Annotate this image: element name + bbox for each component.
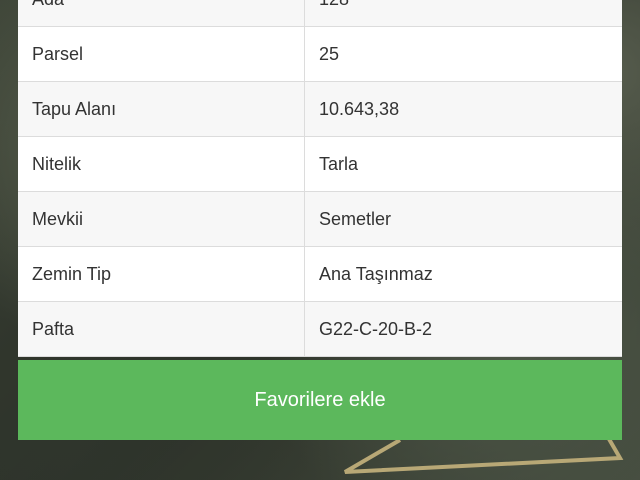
table-row: Parsel 25: [18, 27, 622, 82]
row-value: 128: [305, 0, 622, 26]
row-label: Ada: [18, 0, 305, 26]
parcel-info-table: Ada 128 Parsel 25 Tapu Alanı 10.643,38 N…: [18, 0, 622, 357]
row-value: G22-C-20-B-2: [319, 318, 433, 339]
row-label: Zemin Tip: [18, 247, 305, 301]
row-value: 10.643,38: [319, 98, 400, 119]
row-value: Semetler: [319, 208, 392, 229]
row-label: Mevkii: [18, 192, 305, 246]
row-label: Tapu Alanı: [18, 82, 305, 136]
row-value: Tarla: [319, 153, 359, 174]
row-label: Parsel: [18, 27, 305, 81]
row-label: Pafta: [18, 302, 305, 356]
table-row: Pafta G22-C-20-B-2: [18, 302, 622, 357]
add-to-favorites-button[interactable]: Favorilere ekle: [18, 360, 622, 440]
row-value: 25: [319, 43, 340, 64]
table-row: Tapu Alanı 10.643,38: [18, 82, 622, 137]
table-row: Ada 128: [18, 0, 622, 27]
table-row: Zemin Tip Ana Taşınmaz: [18, 247, 622, 302]
table-row: Mevkii Semetler: [18, 192, 622, 247]
row-value: Ana Taşınmaz: [319, 263, 433, 284]
table-row: Nitelik Tarla: [18, 137, 622, 192]
row-label: Nitelik: [18, 137, 305, 191]
